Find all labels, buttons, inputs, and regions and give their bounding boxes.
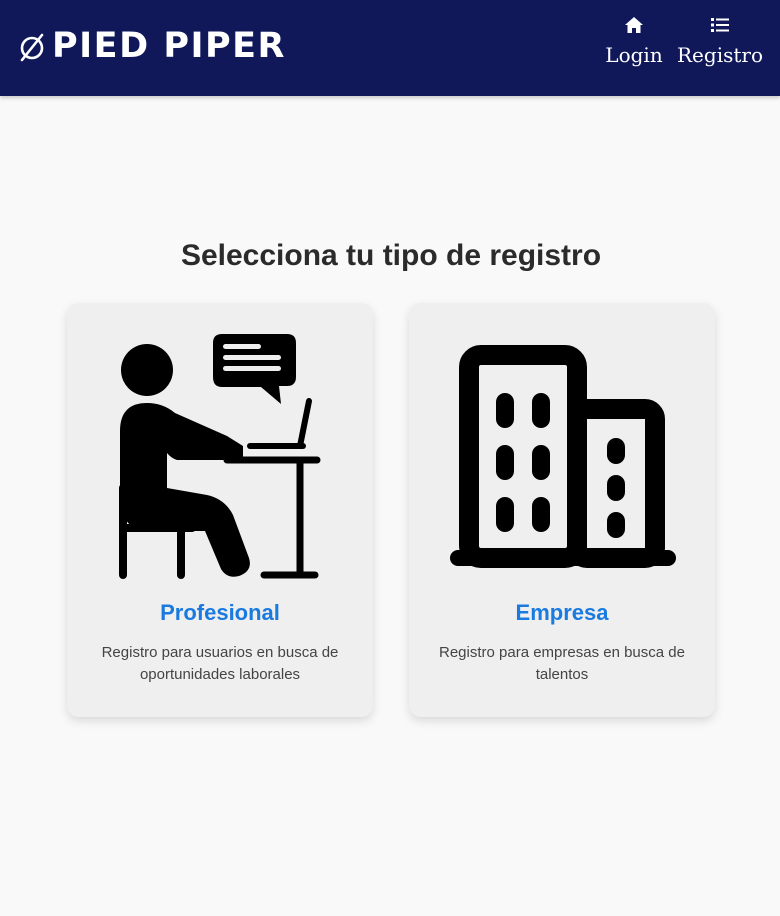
navbar: PIED PIPER Login Registro <box>0 0 780 96</box>
nav-registro-label: Registro <box>677 43 763 67</box>
home-icon <box>625 17 643 33</box>
nav-registro[interactable]: Registro <box>677 14 763 68</box>
card-empresa[interactable]: Empresa Registro para empresas en busca … <box>409 303 715 717</box>
professional-at-desk-icon <box>119 334 321 579</box>
card-profesional-description: Registro para usuarios en busca de oport… <box>101 644 339 683</box>
nav-login-label: Login <box>605 43 663 67</box>
nav-login[interactable]: Login <box>605 14 663 68</box>
card-profesional-title: Profesional <box>160 600 280 625</box>
page-title: Selecciona tu tipo de registro <box>180 239 602 272</box>
card-empresa-title: Empresa <box>515 600 609 625</box>
list-icon <box>711 18 729 32</box>
pied-piper-logo-icon <box>20 33 44 61</box>
card-profesional[interactable]: Profesional Registro para usuarios en bu… <box>67 303 373 717</box>
brand-logo[interactable]: PIED PIPER <box>19 26 286 66</box>
brand-name: PIED PIPER <box>52 26 287 66</box>
office-building-icon <box>450 345 676 568</box>
card-empresa-description: Registro para empresas en busca de talen… <box>439 644 685 683</box>
